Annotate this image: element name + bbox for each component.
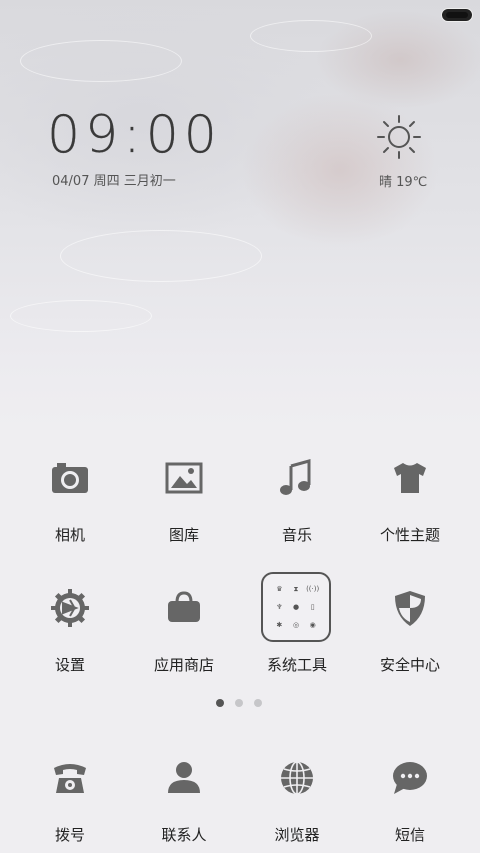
tshirt-icon xyxy=(394,463,426,493)
camera-icon xyxy=(52,463,88,493)
folder-mini-icon: ▯ xyxy=(310,603,315,611)
sun-icon[interactable] xyxy=(375,113,423,161)
app-label: 浏览器 xyxy=(274,826,320,844)
message-icon xyxy=(393,762,427,794)
phone-icon xyxy=(54,764,86,793)
app-messages[interactable]: 短信 xyxy=(350,756,470,845)
app-label: 联系人 xyxy=(161,826,207,844)
folder-mini-icon: ♆ xyxy=(276,603,283,611)
app-label: 系统工具 xyxy=(266,656,327,674)
folder-mini-icon: ● xyxy=(292,603,300,611)
folder-mini-icon: ((·)) xyxy=(306,585,320,593)
contact-icon xyxy=(168,762,200,793)
clock-time: 09:00 xyxy=(47,105,222,165)
app-themes[interactable]: 个性主题 xyxy=(350,456,470,545)
app-label: 短信 xyxy=(394,826,425,844)
page-dot xyxy=(254,699,262,707)
app-settings[interactable]: 设置 xyxy=(10,586,130,675)
app-label: 应用商店 xyxy=(153,656,214,674)
page-dot xyxy=(235,699,243,707)
app-label: 音乐 xyxy=(281,526,312,544)
app-label: 相机 xyxy=(54,526,85,544)
app-music[interactable]: 音乐 xyxy=(237,456,357,545)
app-dialer[interactable]: 拨号 xyxy=(10,756,130,845)
page-indicator[interactable] xyxy=(216,699,262,707)
app-label: 拨号 xyxy=(54,826,85,844)
folder-icon[interactable]: ♛ ⧗ ((·)) ♆ ● ▯ ✱ ◎ ◉ xyxy=(261,572,331,642)
app-contacts[interactable]: 联系人 xyxy=(124,756,244,845)
app-camera[interactable]: 相机 xyxy=(10,456,130,545)
app-browser[interactable]: 浏览器 xyxy=(237,756,357,845)
app-gallery[interactable]: 图库 xyxy=(124,456,244,545)
page-dot xyxy=(216,699,224,707)
app-security[interactable]: 安全中心 xyxy=(350,586,470,675)
clock-date: 04/07 周四 三月初一 xyxy=(52,174,176,189)
folder-mini-icon: ♛ xyxy=(276,585,283,593)
gear-icon xyxy=(51,589,89,627)
folder-mini-icon: ◉ xyxy=(309,621,316,629)
folder-mini-icon: ⧗ xyxy=(293,584,299,593)
folder-mini-icon: ◎ xyxy=(292,621,300,629)
app-label: 图库 xyxy=(168,526,199,544)
app-store[interactable]: 应用商店 xyxy=(124,586,244,675)
shopping-bag-icon xyxy=(168,591,200,622)
globe-icon xyxy=(281,761,313,795)
shield-icon xyxy=(395,591,425,626)
app-label: 设置 xyxy=(54,656,85,674)
music-icon xyxy=(280,459,311,495)
folder-mini-icon: ✱ xyxy=(276,621,283,629)
battery-icon xyxy=(441,8,473,22)
app-label: 安全中心 xyxy=(379,656,440,674)
app-label: 个性主题 xyxy=(379,526,440,544)
gallery-icon xyxy=(165,462,203,494)
weather-text[interactable]: 晴 19℃ xyxy=(379,171,427,190)
